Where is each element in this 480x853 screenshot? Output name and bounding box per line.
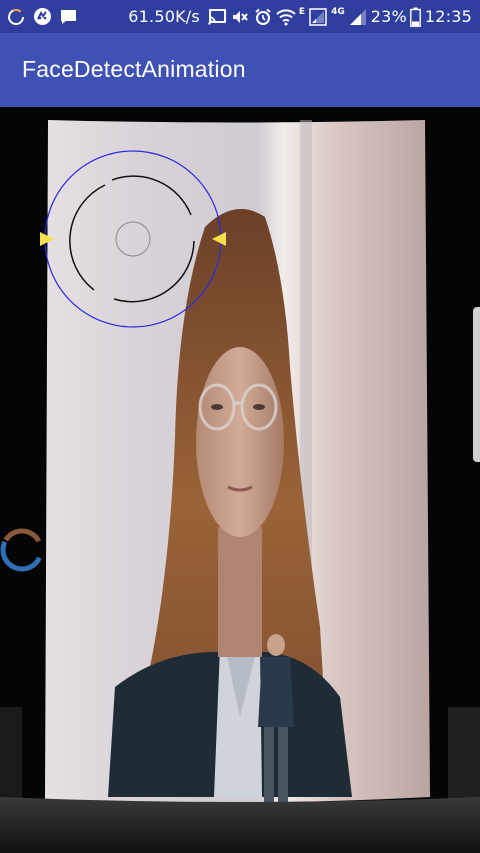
- network-type-e: E: [298, 7, 306, 17]
- loading-circle-icon: [6, 7, 26, 27]
- message-icon: [58, 7, 78, 27]
- battery-percent: 23%: [370, 7, 407, 26]
- app-toolbar: FaceDetectAnimation: [0, 33, 480, 107]
- signal-2-icon: [348, 7, 368, 27]
- wifi-icon: [276, 7, 296, 27]
- alarm-icon: [253, 7, 273, 27]
- mute-icon: [230, 7, 250, 27]
- network-type-4g: 4G: [331, 7, 345, 17]
- camera-frame: [0, 107, 480, 853]
- status-bar: 61.50K/s E 4G 23% 12:35: [0, 0, 480, 33]
- app-title: FaceDetectAnimation: [22, 56, 246, 82]
- side-scroll-handle[interactable]: [473, 307, 480, 462]
- status-bar-left: [6, 0, 78, 33]
- signal-1-icon: [308, 7, 328, 27]
- cast-icon: [207, 7, 227, 27]
- clock: 12:35: [424, 7, 472, 26]
- cat-app-icon: [32, 7, 52, 27]
- status-bar-right: 61.50K/s E 4G 23% 12:35: [128, 0, 472, 33]
- network-speed: 61.50K/s: [128, 7, 200, 26]
- battery-icon: [410, 7, 422, 27]
- camera-preview[interactable]: [0, 107, 480, 853]
